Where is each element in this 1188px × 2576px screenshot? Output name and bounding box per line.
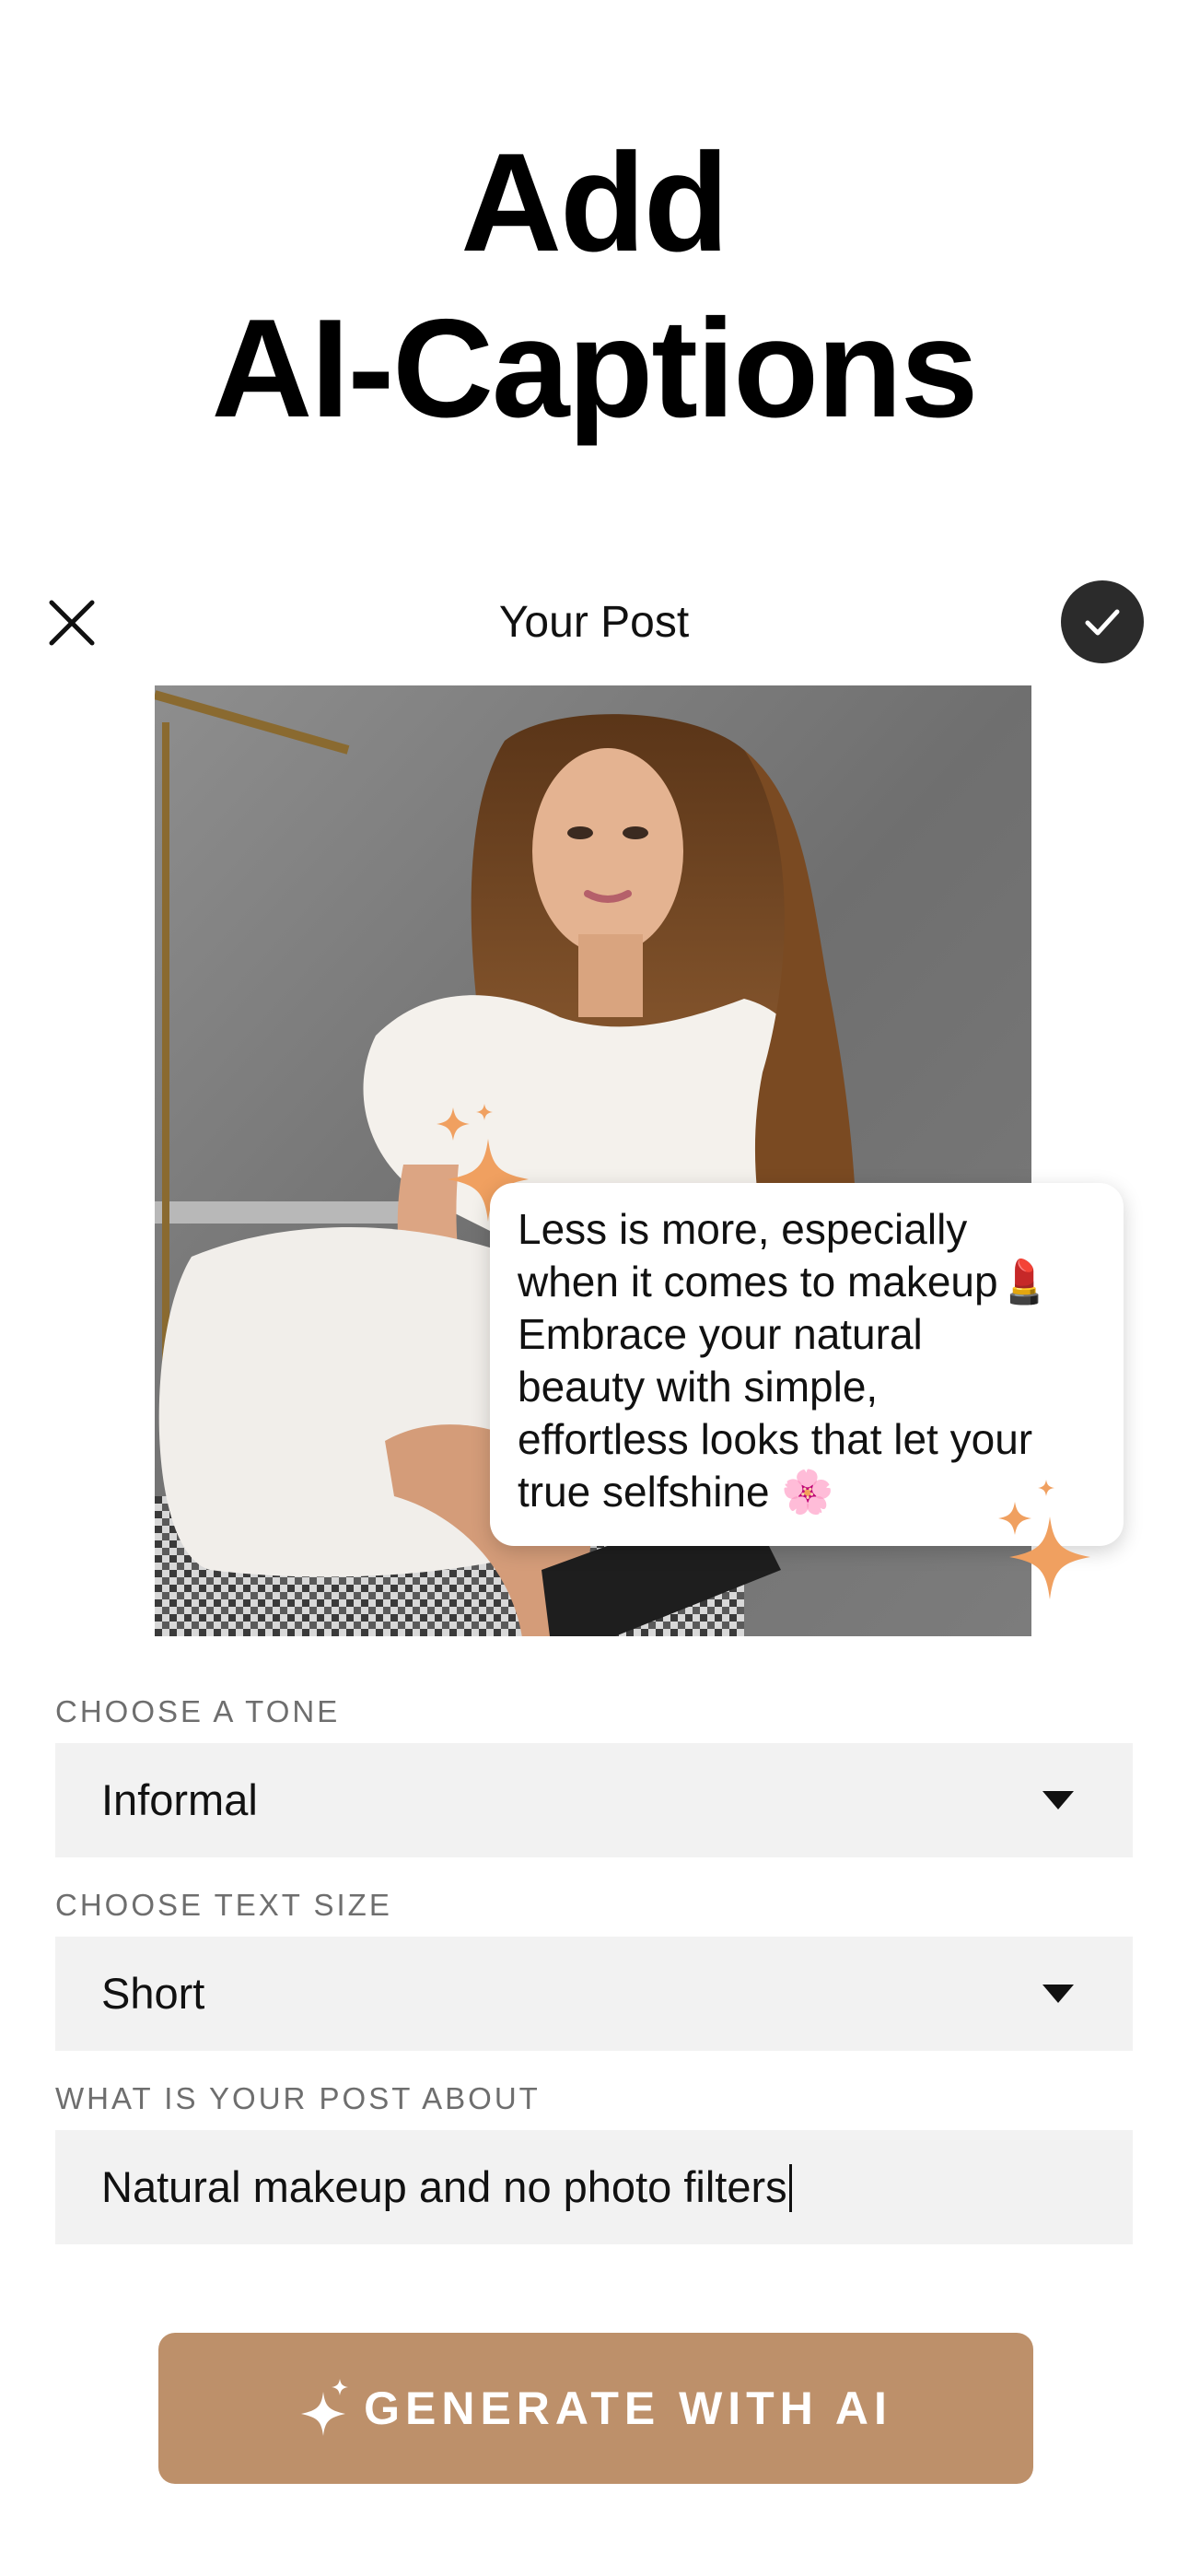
- generate-with-ai-button[interactable]: GENERATE WITH AI: [158, 2333, 1033, 2484]
- sparkle-icon: [998, 1480, 1090, 1599]
- sparkle-icon: [301, 2379, 349, 2436]
- text-cursor: [788, 2163, 792, 2212]
- text-size-select[interactable]: Short: [55, 1937, 1133, 2051]
- post-about-label: WHAT IS YOUR POST ABOUT: [55, 2081, 541, 2115]
- tone-value: Informal: [101, 1775, 258, 1824]
- post-header: Your Post: [0, 571, 1188, 673]
- caption-line: effortless looks that let your: [518, 1415, 1033, 1463]
- text-size-value: Short: [101, 1969, 205, 2018]
- post-about-input[interactable]: Natural makeup and no photo filters: [55, 2130, 1133, 2244]
- post-title: Your Post: [498, 598, 690, 647]
- caption-line: Less is more, especially: [518, 1205, 968, 1253]
- confirm-button[interactable]: [1061, 580, 1144, 663]
- generate-button-label: GENERATE WITH AI: [364, 2383, 892, 2434]
- post-about-value: Natural makeup and no photo filters: [101, 2162, 787, 2211]
- caption-line: Embrace your natural: [518, 1310, 923, 1358]
- caption-line: when it comes to makeup💄: [518, 1258, 1051, 1306]
- tone-select[interactable]: Informal: [55, 1743, 1133, 1857]
- headline-line-2: AI-Captions: [211, 290, 979, 447]
- headline-line-1: Add: [460, 124, 728, 281]
- dropdown-arrow-icon: [1042, 1985, 1074, 2003]
- post-about-field: Natural makeup and no photo filters: [101, 2130, 792, 2244]
- checkmark-icon: [1085, 609, 1120, 636]
- tone-label: CHOOSE A TONE: [55, 1694, 341, 1728]
- caption-line: beauty with simple,: [518, 1363, 879, 1411]
- dropdown-arrow-icon: [1042, 1791, 1074, 1809]
- text-size-label: CHOOSE TEXT SIZE: [55, 1888, 392, 1922]
- headline: Add AI-Captions: [0, 120, 1188, 451]
